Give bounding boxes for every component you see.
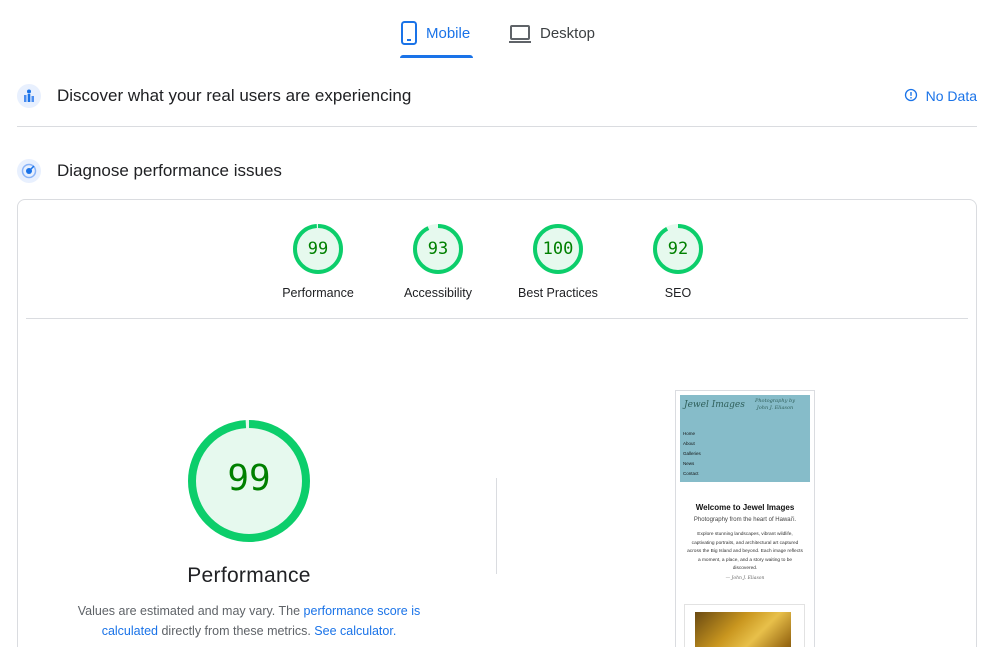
lighthouse-icon xyxy=(17,159,41,183)
category-gauges: 99 Performance 93 Accessibility 100 Best… xyxy=(18,224,976,304)
thumb-heading: Welcome to Jewel Images xyxy=(695,503,795,512)
gauge-score: 99 xyxy=(307,239,329,259)
gauge-score: 93 xyxy=(427,239,449,259)
lab-data-title: Diagnose performance issues xyxy=(57,161,282,180)
gauge-ring: 99 xyxy=(293,224,343,274)
thumb-subheading: Photography from the heart of Hawai'i. xyxy=(693,517,797,523)
field-data-title: Discover what your real users are experi… xyxy=(57,86,412,105)
gauge-ring: 93 xyxy=(413,224,463,274)
report-card: 99 Performance 93 Accessibility 100 Best… xyxy=(17,199,977,647)
gauge-accessibility[interactable]: 93 Accessibility xyxy=(378,224,498,300)
no-data-link[interactable]: No Data xyxy=(904,88,977,105)
gauge-label: Performance xyxy=(282,286,354,300)
thumb-nav-item: Galleries xyxy=(683,451,701,456)
gauge-label: Accessibility xyxy=(403,286,473,300)
performance-score-large: 99 xyxy=(227,458,271,499)
thumb-nav-item: News xyxy=(683,461,695,466)
tab-desktop[interactable]: Desktop xyxy=(508,20,595,58)
gauge-best-practices[interactable]: 100 Best Practices xyxy=(498,224,618,300)
tab-mobile-label: Mobile xyxy=(426,25,471,42)
vertical-divider xyxy=(496,478,497,574)
desc-middle: directly from these metrics. xyxy=(158,624,315,638)
see-calculator-link[interactable]: See calculator. xyxy=(314,624,396,638)
gauge-label: SEO xyxy=(664,286,692,300)
thumb-photo xyxy=(695,612,791,647)
users-experience-icon xyxy=(17,84,41,108)
thumb-logo: Jewel Images xyxy=(684,400,745,410)
thumb-body: Explore stunning landscapes, vibrant wil… xyxy=(687,532,803,571)
gauge-seo[interactable]: 92 SEO xyxy=(618,224,738,300)
performance-title: Performance xyxy=(187,564,311,587)
card-divider xyxy=(26,318,968,319)
gauge-ring: 100 xyxy=(533,224,583,274)
thumb-nav-item: Contact xyxy=(683,471,699,476)
tab-desktop-label: Desktop xyxy=(540,25,596,42)
performance-description: Values are estimated and may vary. The p… xyxy=(70,601,428,641)
thumb-nav: Home About Galleries News Contact xyxy=(683,429,701,479)
thumb-image-frame xyxy=(684,604,805,647)
gauge-ring: 92 xyxy=(653,224,703,274)
field-data-header: Discover what your real users are experi… xyxy=(17,82,977,110)
device-tabs: Mobile Desktop xyxy=(0,0,991,60)
page-screenshot-thumbnail: Jewel Images Photography by John J. Elia… xyxy=(675,390,815,647)
thumb-signature: — John J. Eliason xyxy=(725,576,765,581)
smartphone-icon xyxy=(400,20,418,46)
lab-data-header: Diagnose performance issues xyxy=(17,157,977,185)
laptop-icon xyxy=(508,20,532,46)
thumb-nav-item: About xyxy=(683,441,695,446)
gauge-score: 100 xyxy=(542,239,574,259)
info-icon xyxy=(904,88,918,105)
gauge-score: 92 xyxy=(667,239,689,259)
no-data-label: No Data xyxy=(925,88,977,104)
performance-gauge-large: 99 xyxy=(188,420,310,542)
tab-mobile[interactable]: Mobile xyxy=(400,20,473,58)
thumb-header: Jewel Images Photography by John J. Elia… xyxy=(680,395,810,482)
desc-prefix: Values are estimated and may vary. The xyxy=(77,604,304,618)
thumb-nav-item: Home xyxy=(683,431,696,436)
gauge-performance[interactable]: 99 Performance xyxy=(258,224,378,300)
thumb-byline: Photography by John J. Eliason xyxy=(754,398,796,411)
gauge-label: Best Practices xyxy=(518,286,598,300)
active-tab-indicator xyxy=(400,55,473,58)
section-divider xyxy=(17,126,977,127)
